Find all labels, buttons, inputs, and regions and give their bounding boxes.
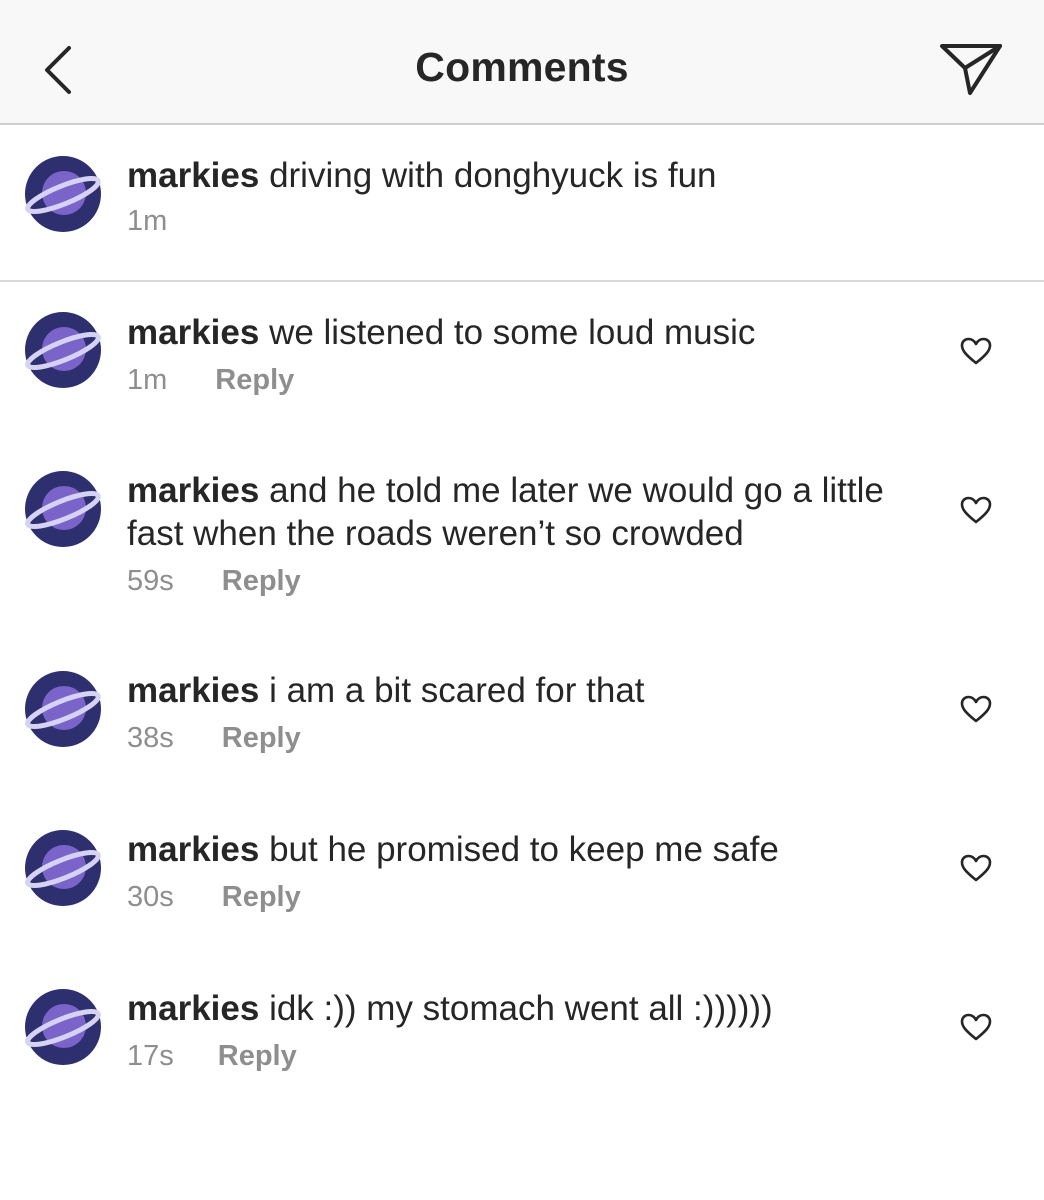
timestamp: 17s [127,1040,174,1072]
avatar[interactable] [24,670,102,748]
like-button[interactable] [955,1008,997,1046]
comment-text: markies and he told me later we would go… [127,469,927,555]
comment-text: markies we listened to some loud music [127,311,927,354]
comment-text: markies idk :)) my stomach went all :)))… [127,987,927,1030]
comment-body: we listened to some loud music [269,313,756,352]
comment-item: markies and he told me later we would go… [0,440,1044,640]
planet-avatar-icon [25,312,101,388]
caption-body: driving with donghyuck is fun [269,156,717,195]
planet-avatar-icon [25,156,101,232]
reply-button[interactable]: Reply [222,881,301,914]
avatar[interactable] [24,829,102,907]
paper-plane-icon [940,44,1002,95]
username[interactable]: markies [127,156,259,195]
comment-item: markies but he promised to keep me safe … [0,799,1044,958]
like-button[interactable] [955,332,997,370]
comment-text: markies but he promised to keep me safe [127,828,927,871]
timestamp: 59s [127,565,174,597]
comment-body: idk :)) my stomach went all :)))))) [269,989,773,1028]
comment-item: markies i am a bit scared for that 38s R… [0,640,1044,799]
caption-text: markies driving with donghyuck is fun [127,154,927,197]
timestamp: 30s [127,881,174,913]
planet-avatar-icon [25,671,101,747]
timestamp: 1m [127,205,168,237]
like-button[interactable] [955,690,997,728]
username[interactable]: markies [127,989,259,1028]
heart-icon [960,1013,992,1041]
avatar[interactable] [24,155,102,233]
comment-item: markies we listened to some loud music 1… [0,282,1044,440]
heart-icon [960,695,992,723]
timestamp: 1m [127,364,168,396]
page-title: Comments [415,44,629,90]
reply-button[interactable]: Reply [218,1040,297,1073]
like-button[interactable] [955,849,997,887]
post-caption: markies driving with donghyuck is fun 1m [0,125,1044,282]
planet-avatar-icon [25,989,101,1065]
timestamp: 38s [127,722,174,754]
share-button[interactable] [936,36,1006,102]
planet-avatar-icon [25,830,101,906]
comment-text: markies i am a bit scared for that [127,669,927,712]
username[interactable]: markies [127,471,259,510]
avatar[interactable] [24,311,102,389]
reply-button[interactable]: Reply [215,364,294,397]
reply-button[interactable]: Reply [222,565,301,598]
header-bar: Comments [0,0,1044,125]
comment-item: markies idk :)) my stomach went all :)))… [0,958,1044,1117]
comment-body: i am a bit scared for that [269,671,645,710]
heart-icon [960,337,992,365]
avatar[interactable] [24,988,102,1066]
heart-icon [960,854,992,882]
comment-body: but he promised to keep me safe [269,830,779,869]
reply-button[interactable]: Reply [222,722,301,755]
username[interactable]: markies [127,671,259,710]
avatar[interactable] [24,470,102,548]
like-button[interactable] [955,491,997,529]
username[interactable]: markies [127,313,259,352]
planet-avatar-icon [25,471,101,547]
heart-icon [960,496,992,524]
username[interactable]: markies [127,830,259,869]
